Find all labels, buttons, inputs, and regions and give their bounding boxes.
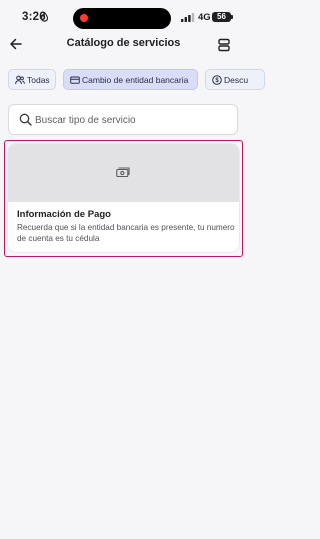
signal-icon: [181, 13, 195, 22]
tab-label: Descu: [224, 75, 249, 85]
flame-icon: [41, 12, 48, 22]
search-input[interactable]: [35, 111, 225, 129]
battery-icon: 56: [212, 12, 231, 22]
tab-label: Todas: [27, 75, 50, 85]
search-bar[interactable]: [8, 104, 238, 135]
service-image-placeholder: [8, 144, 239, 202]
tab-descuentos[interactable]: $ Descu: [205, 69, 265, 90]
battery-tip: [231, 15, 233, 19]
tab-cambio-entidad-bancaria[interactable]: Cambio de entidad bancaria: [63, 69, 198, 90]
card-icon: [70, 76, 80, 84]
tab-label: Cambio de entidad bancaria: [82, 75, 189, 85]
dollar-circle-icon: $: [212, 75, 222, 85]
service-description: Recuerda que si la entidad bancaria es p…: [17, 223, 235, 243]
svg-text:$: $: [215, 78, 219, 84]
search-icon: [19, 113, 32, 126]
tab-todas[interactable]: Todas: [8, 69, 56, 90]
status-bar: 3:26 4G 56: [0, 0, 247, 36]
stack-icon[interactable]: [216, 37, 232, 53]
service-card[interactable]: Información de Pago Recuerda que si la e…: [8, 144, 239, 252]
service-title: Información de Pago: [17, 209, 111, 220]
recording-indicator: [80, 14, 88, 22]
people-icon: [15, 75, 25, 85]
page-title: Catálogo de servicios: [66, 37, 181, 49]
network-type: 4G: [198, 12, 211, 23]
money-icon: [116, 167, 130, 178]
